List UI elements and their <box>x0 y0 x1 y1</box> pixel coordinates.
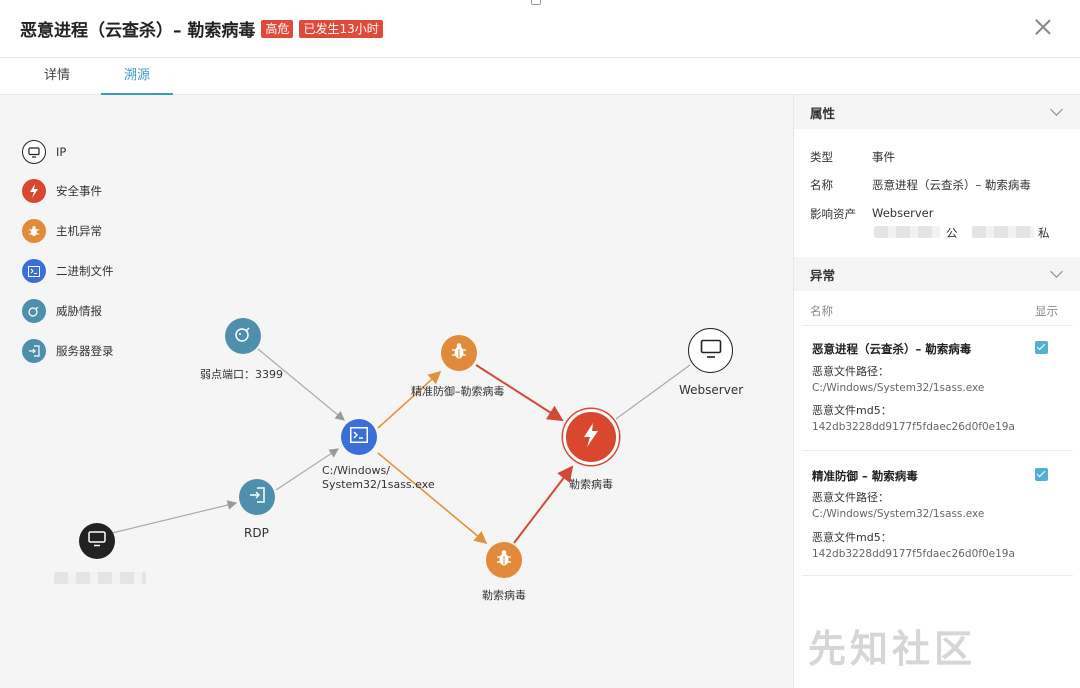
anomaly-md5-value: 142db3228dd9177f5fdaec26d0f0e19a <box>812 548 1015 560</box>
anomaly-md5-label: 恶意文件md5： <box>812 404 892 417</box>
show-checkbox[interactable] <box>1035 341 1048 354</box>
edge-binary-to-anomaly <box>377 452 488 545</box>
column-name-header: 名称 <box>810 304 833 318</box>
anomaly-path-value: C:/Windows/System32/1sass.exe <box>812 382 985 394</box>
node-ransom-anomaly[interactable] <box>486 542 522 578</box>
node-label-rdp: RDP <box>244 526 269 540</box>
node-webserver[interactable] <box>688 328 733 373</box>
name-key: 名称 <box>810 178 833 192</box>
anomaly-item-name: 恶意进程（云查杀）– 勒索病毒 <box>812 342 972 356</box>
dialog-header: 恶意进程（云查杀）– 勒索病毒 高危 已发生13小时 <box>0 0 1080 58</box>
node-source-ip[interactable] <box>79 523 115 559</box>
trace-graph-canvas[interactable]: IP 安全事件 主机异常 二进制文件 威胁情报 服务器登录 弱点端口：3399 … <box>0 95 793 688</box>
divider <box>802 575 1073 576</box>
terminal-icon <box>22 259 46 283</box>
legend-label: 主机异常 <box>56 224 102 238</box>
bug-icon <box>495 549 513 571</box>
trace-dialog: 恶意进程（云查杀）– 勒索病毒 高危 已发生13小时 详情 溯源 IP 安全事件… <box>0 0 1080 688</box>
node-label-ransom-anomaly: 勒索病毒 <box>482 589 526 602</box>
redacted-public-ip <box>874 226 940 238</box>
severity-badge: 高危 <box>261 19 294 38</box>
name-value: 恶意进程（云查杀）– 勒索病毒 <box>872 178 1031 192</box>
close-icon[interactable] <box>1032 16 1054 38</box>
legend-label: 安全事件 <box>56 184 102 198</box>
edge-host-to-rdp <box>111 500 238 534</box>
bug-icon <box>450 342 468 364</box>
legend-label: 二进制文件 <box>56 264 114 278</box>
type-value: 事件 <box>872 150 895 164</box>
redacted-ip <box>54 572 146 584</box>
anomaly-md5-value: 142db3228dd9177f5fdaec26d0f0e19a <box>812 421 1015 433</box>
show-checkbox[interactable] <box>1035 468 1048 481</box>
tab-bar: 详情 溯源 <box>0 58 1080 95</box>
monitor-icon <box>22 140 46 164</box>
edge-binary-to-precise <box>377 370 442 429</box>
legend-item-threat-intel: 威胁情报 <box>22 299 102 323</box>
lightning-icon <box>582 423 600 451</box>
edge-threat-to-binary <box>257 348 345 421</box>
node-label-precise-defense: 精准防御–勒索病毒 <box>411 385 505 398</box>
detail-panel: 属性 类型 事件 名称 恶意进程（云查杀）– 勒索病毒 影响资产 Webserv… <box>793 95 1080 688</box>
dialog-title: 恶意进程（云查杀）– 勒索病毒 <box>20 21 256 41</box>
tab-trace[interactable]: 溯源 <box>101 58 173 95</box>
anomaly-path-label: 恶意文件路径： <box>812 491 889 504</box>
private-suffix: 私 <box>1038 226 1050 240</box>
time-badge: 已发生13小时 <box>299 19 383 38</box>
legend-item-security-event: 安全事件 <box>22 179 102 203</box>
bomb-icon <box>22 299 46 323</box>
chevron-down-icon[interactable] <box>1050 265 1063 278</box>
public-suffix: 公 <box>946 226 958 240</box>
edge-anomaly-to-event <box>513 465 574 544</box>
type-key: 类型 <box>810 150 833 164</box>
node-security-event[interactable] <box>563 409 619 465</box>
resize-handle-top[interactable] <box>531 0 541 5</box>
properties-section-header[interactable]: 属性 <box>794 95 1080 129</box>
asset-key: 影响资产 <box>810 207 856 221</box>
properties-title: 属性 <box>810 105 836 121</box>
anomaly-section-header[interactable]: 异常 <box>794 257 1080 291</box>
node-label-security-event: 勒索病毒 <box>569 478 613 491</box>
node-binary-file[interactable] <box>341 419 377 455</box>
anomaly-path-label: 恶意文件路径： <box>812 365 889 378</box>
bug-icon <box>22 219 46 243</box>
watermark-text: 先知社区 <box>808 627 977 671</box>
anomaly-path-value: C:/Windows/System32/1sass.exe <box>812 508 985 520</box>
node-precise-defense[interactable] <box>441 335 477 371</box>
login-icon <box>22 339 46 363</box>
legend-item-host-anomaly: 主机异常 <box>22 219 102 243</box>
anomaly-md5-label: 恶意文件md5： <box>812 531 892 544</box>
node-label-threat-intel: 弱点端口：3399 <box>200 368 283 381</box>
bomb-icon <box>234 325 252 347</box>
node-threat-intel[interactable] <box>225 318 261 354</box>
lightning-icon <box>22 179 46 203</box>
node-server-login-rdp[interactable] <box>239 479 275 515</box>
terminal-icon <box>350 427 368 447</box>
anomaly-title: 异常 <box>810 267 836 283</box>
legend-item-ip: IP <box>22 140 66 164</box>
legend-item-binary: 二进制文件 <box>22 259 114 283</box>
divider <box>802 450 1073 451</box>
legend-label: IP <box>56 145 67 159</box>
node-label-webserver: Webserver <box>679 383 744 397</box>
monitor-icon <box>700 339 722 363</box>
legend-item-server-login: 服务器登录 <box>22 339 114 363</box>
legend-label: 服务器登录 <box>56 344 114 358</box>
column-show-header: 显示 <box>1035 304 1058 318</box>
redacted-private-ip <box>972 226 1034 238</box>
divider <box>802 325 1073 326</box>
node-label-binary-line1: C:/Windows/ <box>322 464 390 477</box>
login-icon <box>248 486 266 508</box>
graph-edges <box>111 348 691 545</box>
anomaly-item-name: 精准防御 – 勒索病毒 <box>812 469 918 483</box>
node-label-binary-line2: System32/1sass.exe <box>322 478 435 491</box>
legend-label: 威胁情报 <box>56 304 102 318</box>
asset-value: Webserver <box>872 206 934 220</box>
tab-details[interactable]: 详情 <box>34 58 80 95</box>
monitor-icon <box>88 531 106 551</box>
chevron-down-icon[interactable] <box>1050 103 1063 116</box>
